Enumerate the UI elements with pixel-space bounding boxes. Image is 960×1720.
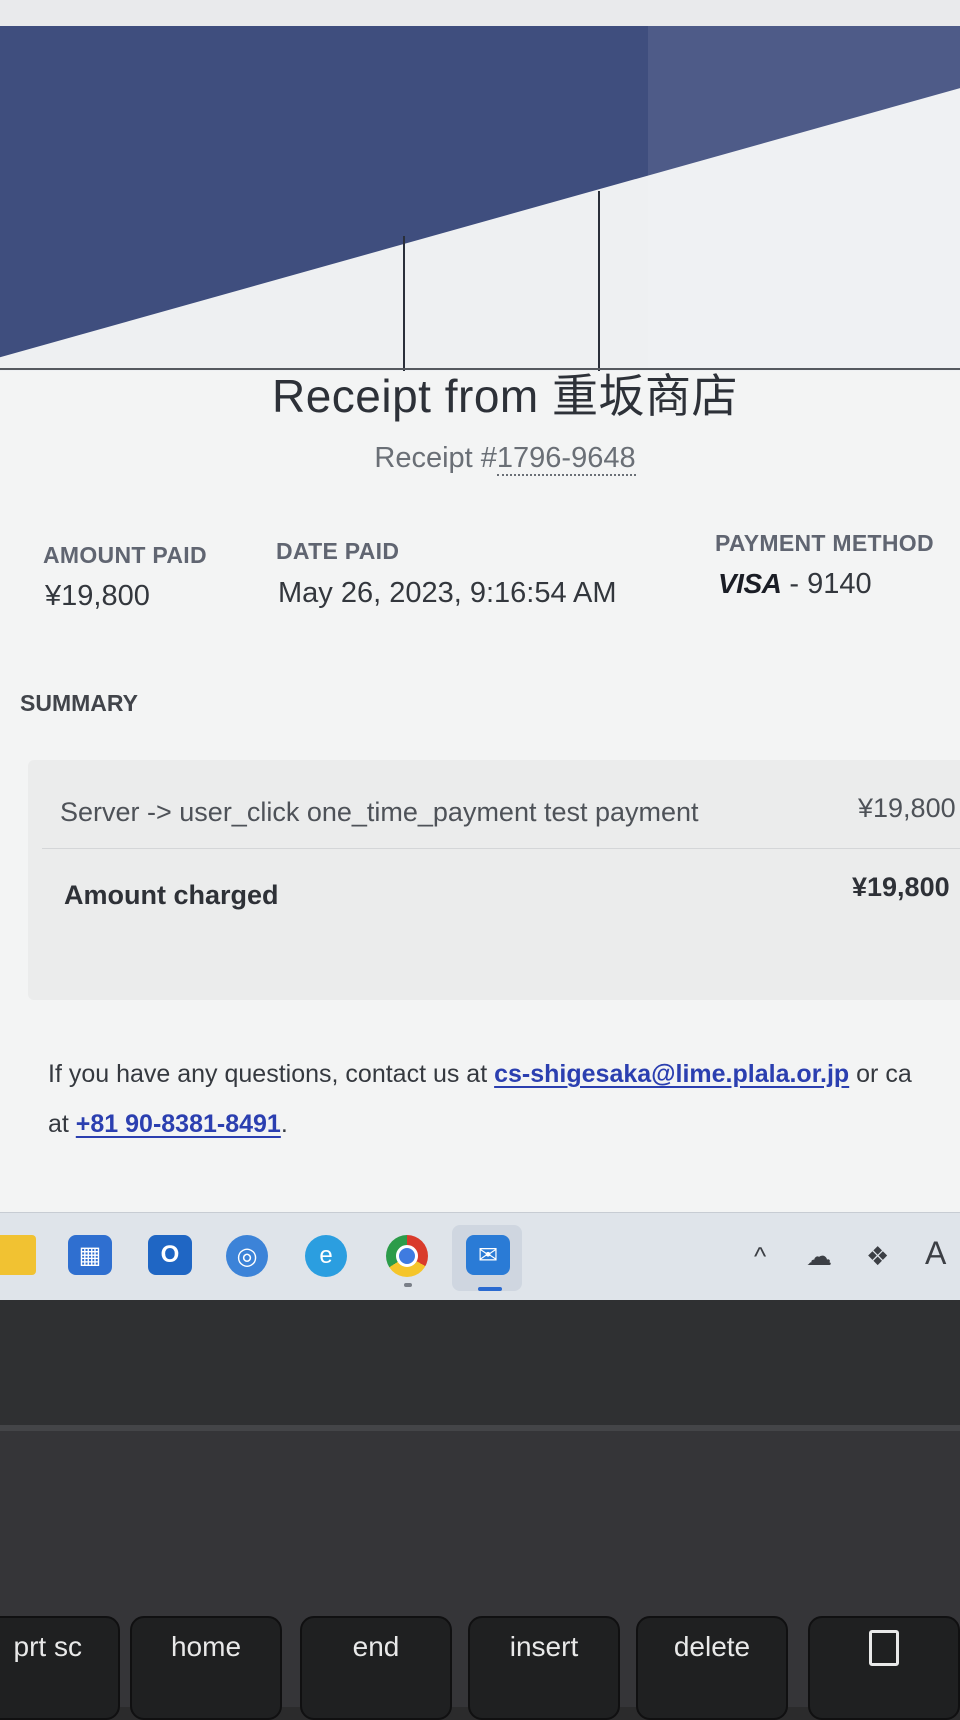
key-end[interactable]: end (300, 1616, 452, 1720)
key-home[interactable]: home (130, 1616, 282, 1720)
calculator-icon (869, 1630, 899, 1666)
banner-line (403, 236, 405, 371)
contact-line-2: at +81 90-8381-8491. (48, 1110, 960, 1139)
outlook-icon[interactable]: O (148, 1235, 192, 1275)
running-indicator (404, 1283, 412, 1287)
active-indicator (478, 1287, 502, 1291)
amount-charged-label: Amount charged (64, 880, 279, 910)
summary-divider (42, 848, 960, 849)
summary-heading: SUMMARY (20, 690, 138, 716)
support-email-link[interactable]: cs-shigesaka@lime.plala.or.jp (494, 1060, 849, 1088)
support-phone-link[interactable]: +81 90-8381-8491 (76, 1110, 281, 1138)
onedrive-cloud-icon[interactable]: ☁ (806, 1241, 832, 1272)
edge-icon[interactable]: ◎ (226, 1235, 268, 1277)
chrome-icon[interactable] (386, 1235, 428, 1277)
screen: Receipt from 重坂商店 Receipt #1796-9648 AMO… (0, 0, 960, 1300)
receipt-number: Receipt #1796-9648 (0, 442, 960, 476)
key-prt-sc[interactable]: prt sc (0, 1616, 120, 1720)
date-paid-value: May 26, 2023, 9:16:54 AM (278, 577, 617, 609)
dropbox-icon[interactable]: ❖ (866, 1241, 889, 1272)
line-item-amount: ¥19,800 (858, 793, 956, 823)
key-delete[interactable]: delete (636, 1616, 788, 1720)
input-indicator[interactable]: A (925, 1235, 946, 1272)
card-last4: - 9140 (789, 568, 872, 600)
microsoft-store-icon[interactable]: ▦ (68, 1235, 112, 1275)
amount-paid-label: AMOUNT PAID (43, 542, 207, 568)
receipt-title: Receipt from 重坂商店 (271, 370, 739, 422)
edge-icon[interactable]: e (305, 1235, 347, 1277)
date-paid-label: DATE PAID (276, 538, 400, 564)
chevron-up-icon[interactable]: ^ (754, 1241, 766, 1272)
amount-paid-value: ¥19,800 (45, 580, 150, 612)
header-banner (0, 26, 960, 371)
key-insert[interactable]: insert (468, 1616, 620, 1720)
contact-text-suffix: or ca (849, 1060, 912, 1088)
contact-line-1: If you have any questions, contact us at… (48, 1060, 960, 1089)
contact-text: at (48, 1110, 76, 1138)
taskbar: ▦ O ◎ e ✉ ^ ☁ ❖ A (0, 1212, 960, 1300)
banner-line (598, 191, 600, 371)
mail-icon[interactable]: ✉ (466, 1235, 510, 1275)
payment-method-value: VISA - 9140 (718, 568, 872, 601)
receipt-number-value[interactable]: 1796-9648 (496, 442, 636, 476)
banner-highlight (648, 26, 960, 371)
top-strip (0, 0, 960, 26)
receipt-number-prefix: Receipt # (374, 442, 497, 474)
payment-method-label: PAYMENT METHOD (715, 530, 934, 556)
laptop-bezel (0, 1300, 960, 1430)
contact-text-suffix: . (280, 1110, 288, 1138)
line-item-description: Server -> user_click one_time_payment te… (60, 797, 699, 827)
file-explorer-icon[interactable] (0, 1235, 36, 1275)
contact-text: If you have any questions, contact us at (48, 1060, 495, 1088)
key-calculator[interactable] (808, 1616, 960, 1720)
visa-logo-icon: VISA (718, 568, 782, 599)
amount-charged-value: ¥19,800 (852, 872, 950, 902)
